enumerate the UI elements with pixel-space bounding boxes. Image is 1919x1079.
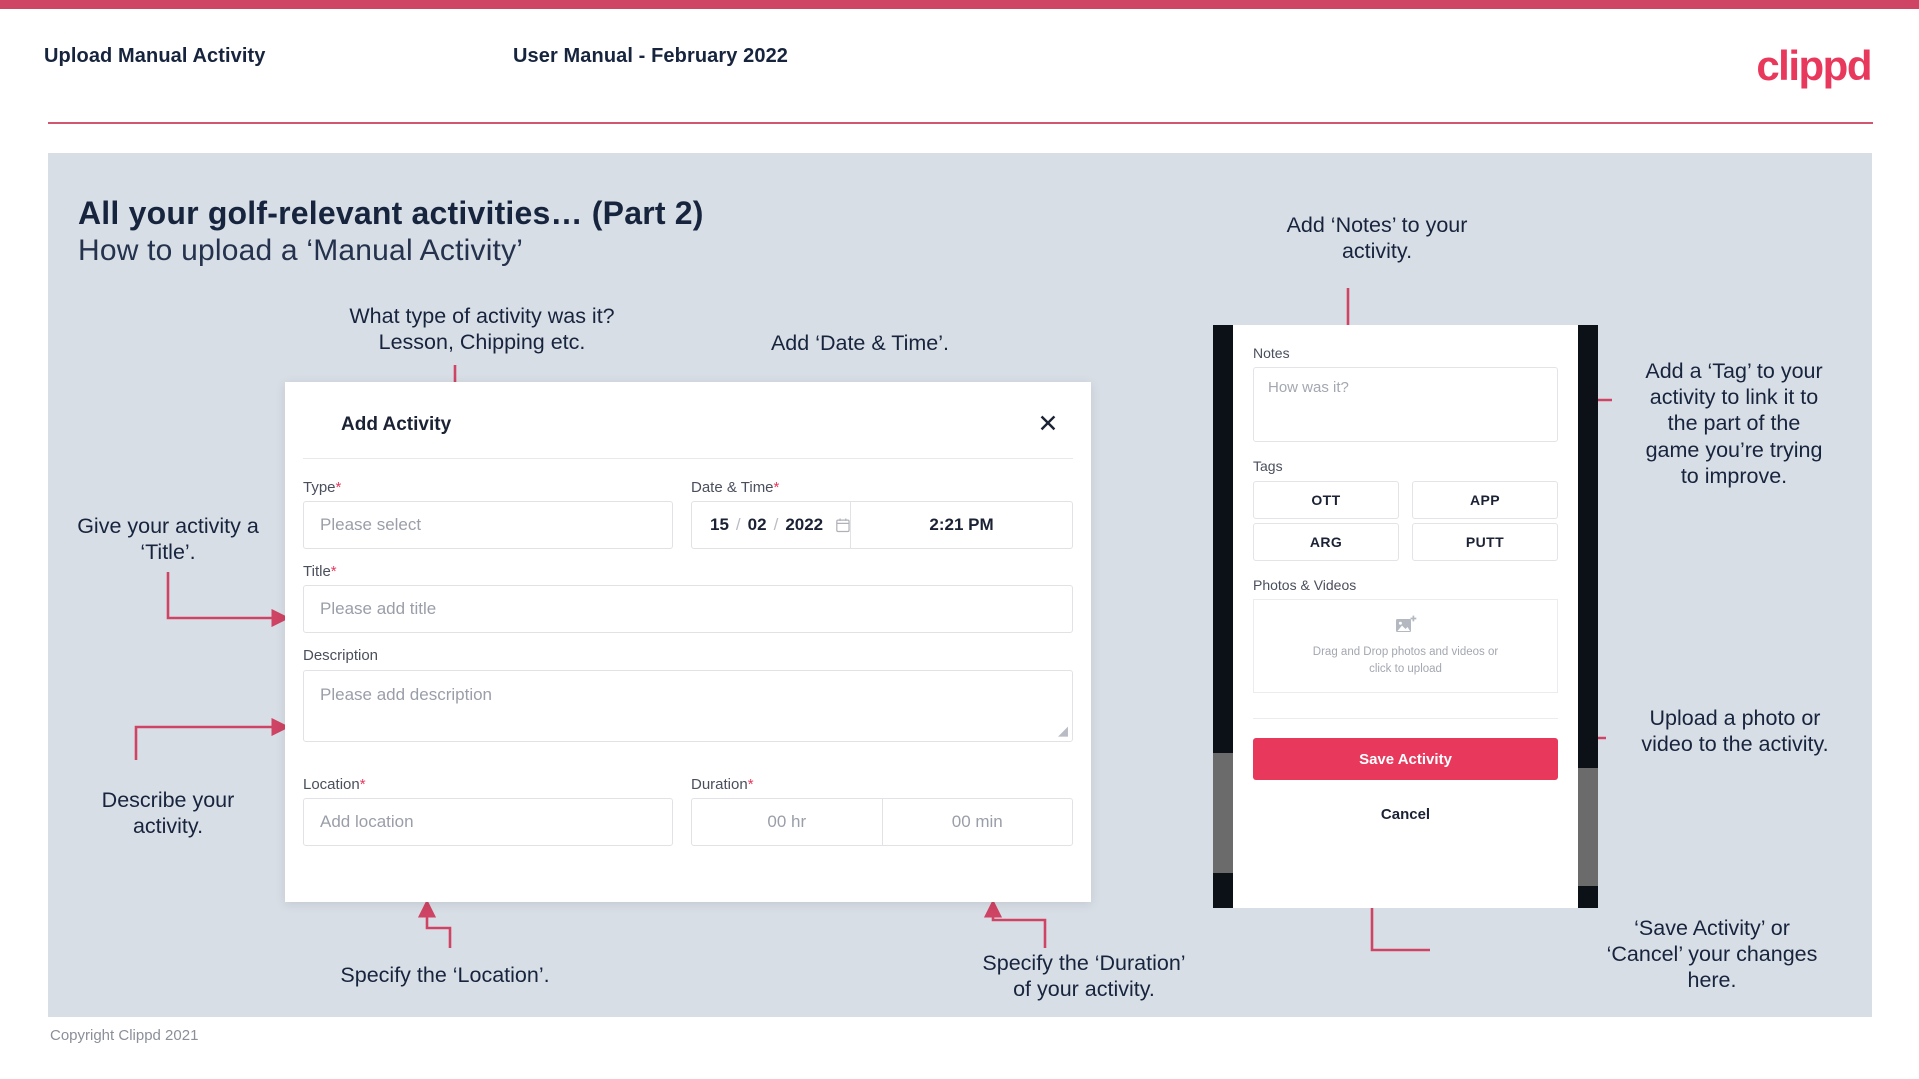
- annotation-describe: Describe your activity.: [101, 788, 235, 839]
- duration-minutes-input[interactable]: 00 min: [883, 799, 1073, 845]
- datetime-label: Date & Time*: [691, 479, 779, 496]
- title-input[interactable]: Please add title: [303, 585, 1073, 633]
- resize-grip-icon[interactable]: ◢: [1058, 724, 1068, 739]
- phone-divider: [1253, 718, 1558, 719]
- date-year: 2022: [785, 515, 824, 534]
- date-sep-1: /: [735, 515, 741, 534]
- title-placeholder: Please add title: [320, 599, 437, 618]
- save-activity-button[interactable]: Save Activity: [1253, 738, 1558, 780]
- datetime-required-mark: *: [773, 479, 780, 496]
- annotation-title: Give your activity a ‘Title’.: [77, 514, 259, 565]
- location-label-text: Location: [303, 776, 360, 793]
- title-label: Title*: [303, 563, 337, 580]
- header-divider: [48, 122, 1873, 124]
- page-title: All your golf-relevant activities… (Part…: [78, 195, 704, 231]
- notes-input[interactable]: How was it?: [1253, 367, 1558, 442]
- annotation-location: Specify the ‘Location’.: [340, 963, 550, 987]
- dialog-title: Add Activity: [341, 414, 452, 435]
- location-placeholder: Add location: [320, 812, 414, 831]
- type-select[interactable]: Please select: [303, 501, 673, 549]
- date-day: 15: [710, 515, 729, 534]
- date-month: 02: [747, 515, 767, 534]
- annotation-tag: Add a ‘Tag’ to your activity to link it t…: [1645, 359, 1823, 488]
- duration-hours-input[interactable]: 00 hr: [692, 799, 882, 845]
- photo-dropzone[interactable]: Drag and Drop photos and videos or click…: [1253, 599, 1558, 693]
- cancel-button[interactable]: Cancel: [1253, 798, 1558, 830]
- phone-button-left: [1213, 753, 1233, 873]
- type-label: Type*: [303, 479, 341, 496]
- annotation-type: What type of activity was it? Lesson, Chi…: [349, 304, 615, 355]
- calendar-icon[interactable]: [836, 516, 850, 534]
- time-input[interactable]: 2:21 PM: [851, 502, 1072, 548]
- add-image-icon: [1395, 615, 1416, 632]
- add-activity-dialog: Add Activity ✕ Type* Please select Date …: [285, 382, 1091, 902]
- photos-label: Photos & Videos: [1253, 577, 1357, 593]
- type-required-mark: *: [335, 479, 342, 496]
- annotation-datetime: Add ‘Date & Time’.: [770, 331, 950, 355]
- phone-button-right: [1578, 768, 1598, 886]
- dialog-divider: [303, 458, 1073, 459]
- annotation-upload: Upload a photo or video to the activity.: [1641, 706, 1829, 757]
- tag-app[interactable]: APP: [1412, 481, 1558, 519]
- tag-ott[interactable]: OTT: [1253, 481, 1399, 519]
- annotation-save-cancel: ‘Save Activity’ or ‘Cancel’ your changes h…: [1606, 916, 1818, 993]
- tag-putt[interactable]: PUTT: [1412, 523, 1558, 561]
- tags-label: Tags: [1253, 458, 1283, 474]
- notes-placeholder: How was it?: [1268, 379, 1349, 396]
- tag-arg[interactable]: ARG: [1253, 523, 1399, 561]
- phone-screen: Notes How was it? Tags OTT APP ARG PUTT …: [1233, 325, 1578, 908]
- clippd-logo: clippd: [1756, 42, 1872, 89]
- page-header: Upload Manual Activity User Manual - Feb…: [0, 9, 1919, 121]
- description-textarea[interactable]: Please add description ◢: [303, 670, 1073, 742]
- title-label-text: Title: [303, 563, 331, 580]
- dropzone-text: Drag and Drop photos and videos or click…: [1313, 644, 1498, 677]
- type-label-text: Type: [303, 479, 336, 496]
- footer-copyright: Copyright Clippd 2021: [50, 1027, 199, 1044]
- duration-label-text: Duration: [691, 776, 748, 793]
- location-input[interactable]: Add location: [303, 798, 673, 846]
- notes-label: Notes: [1253, 345, 1290, 361]
- header-center-title: User Manual - February 2022: [513, 45, 789, 67]
- title-required-mark: *: [330, 563, 337, 580]
- phone-mockup: Notes How was it? Tags OTT APP ARG PUTT …: [1213, 325, 1598, 908]
- location-required-mark: *: [359, 776, 366, 793]
- datetime-label-text: Date & Time: [691, 479, 774, 496]
- close-icon[interactable]: ✕: [1031, 406, 1065, 440]
- description-placeholder: Please add description: [320, 685, 493, 704]
- page-subtitle: How to upload a ‘Manual Activity’: [78, 234, 524, 267]
- description-label: Description: [303, 647, 378, 664]
- date-input[interactable]: 15 / 02 / 2022: [692, 502, 850, 548]
- date-sep-2: /: [773, 515, 779, 534]
- annotation-notes: Add ‘Notes’ to your activity.: [1286, 213, 1468, 264]
- top-accent-bar: [0, 0, 1919, 9]
- location-label: Location*: [303, 776, 366, 793]
- duration-field[interactable]: 00 hr 00 min: [691, 798, 1073, 846]
- duration-required-mark: *: [747, 776, 754, 793]
- header-left-title: Upload Manual Activity: [44, 45, 266, 67]
- annotation-duration: Specify the ‘Duration’ of your activity.: [982, 951, 1186, 1002]
- duration-label: Duration*: [691, 776, 754, 793]
- datetime-field[interactable]: 15 / 02 / 2022 2:21 PM: [691, 501, 1073, 549]
- slide-root: Upload Manual Activity User Manual - Feb…: [0, 0, 1919, 1079]
- description-label-text: Description: [303, 647, 379, 664]
- dropzone-line-2: click to upload: [1369, 662, 1442, 675]
- type-placeholder: Please select: [320, 515, 422, 534]
- dropzone-line-1: Drag and Drop photos and videos or: [1312, 645, 1499, 658]
